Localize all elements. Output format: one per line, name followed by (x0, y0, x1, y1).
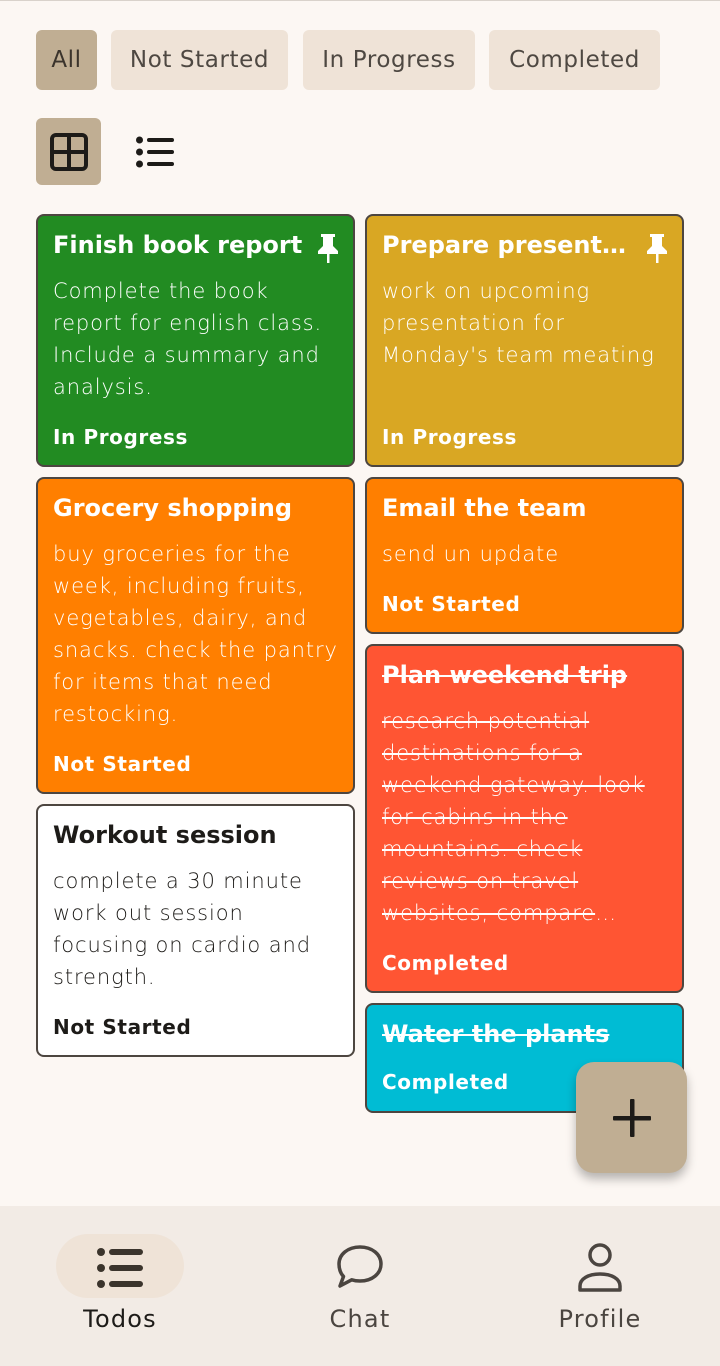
pin-icon[interactable] (644, 232, 670, 264)
top-divider (0, 0, 720, 1)
nav-chat-label: Chat (329, 1305, 391, 1333)
filter-all-label: All (51, 47, 82, 73)
todo-description: buy groceries for the week, including fr… (53, 542, 338, 726)
nav-chat[interactable]: Chat (240, 1206, 480, 1366)
plus-icon (612, 1098, 651, 1137)
filter-in-progress-label: In Progress (322, 47, 456, 73)
todo-title: Finish book report (53, 231, 303, 259)
todo-title: Workout session (53, 821, 277, 849)
todo-card-email-the-team[interactable]: Email the team send un update Not Starte… (365, 477, 684, 634)
filter-completed-label: Completed (509, 47, 640, 73)
grid-view-icon (49, 132, 88, 171)
todo-card-prepare-presentation[interactable]: Prepare presentation work on upcoming pr… (365, 214, 684, 467)
filter-completed[interactable]: Completed (489, 30, 660, 90)
bottom-navigation: Todos Chat Profile (0, 1206, 720, 1366)
todo-card-finish-book-report[interactable]: Finish book report Complete the book rep… (36, 214, 355, 467)
todo-status: In Progress (53, 425, 189, 449)
filter-in-progress[interactable]: In Progress (303, 30, 475, 90)
todo-description: send un update (382, 542, 560, 566)
todo-card-workout-session[interactable]: Workout session complete a 30 minute wor… (36, 804, 355, 1057)
filter-not-started-label: Not Started (129, 47, 270, 73)
nav-todos[interactable]: Todos (0, 1206, 240, 1366)
todo-title: Water the plants (382, 1020, 610, 1048)
grid-view-button[interactable] (36, 118, 101, 185)
nav-profile[interactable]: Profile (480, 1206, 720, 1366)
todo-status: In Progress (382, 425, 518, 449)
todo-description: research potential destinations for a we… (382, 709, 645, 925)
pin-icon[interactable] (315, 232, 341, 264)
todo-title: Email the team (382, 494, 587, 522)
todo-description: complete a 30 minute work out session fo… (53, 869, 311, 989)
todo-card-grocery-shopping[interactable]: Grocery shopping buy groceries for the w… (36, 477, 355, 794)
list-view-icon (135, 136, 174, 167)
nav-todos-label: Todos (83, 1305, 157, 1333)
todo-status: Not Started (53, 752, 192, 776)
nav-profile-label: Profile (558, 1305, 642, 1333)
todo-description: work on upcoming presentation for Monday… (382, 279, 655, 367)
list-icon (97, 1248, 143, 1288)
todo-description: Complete the book report for english cla… (53, 279, 323, 399)
todo-status: Completed (382, 1070, 509, 1094)
todo-title: Plan weekend trip (382, 661, 628, 689)
todo-status: Completed (382, 951, 509, 975)
todo-status: Not Started (382, 592, 521, 616)
list-view-button[interactable] (122, 118, 187, 185)
person-icon (578, 1243, 622, 1292)
filter-all[interactable]: All (36, 30, 97, 90)
todo-card-plan-weekend-trip[interactable]: Plan weekend trip research potential des… (365, 644, 684, 993)
chat-bubble-icon (337, 1245, 383, 1288)
todo-status: Not Started (53, 1015, 192, 1039)
add-todo-button[interactable] (576, 1062, 687, 1173)
todo-title: Grocery shopping (53, 494, 293, 522)
todo-title: Prepare presentation (382, 231, 667, 259)
filter-not-started[interactable]: Not Started (111, 30, 288, 90)
